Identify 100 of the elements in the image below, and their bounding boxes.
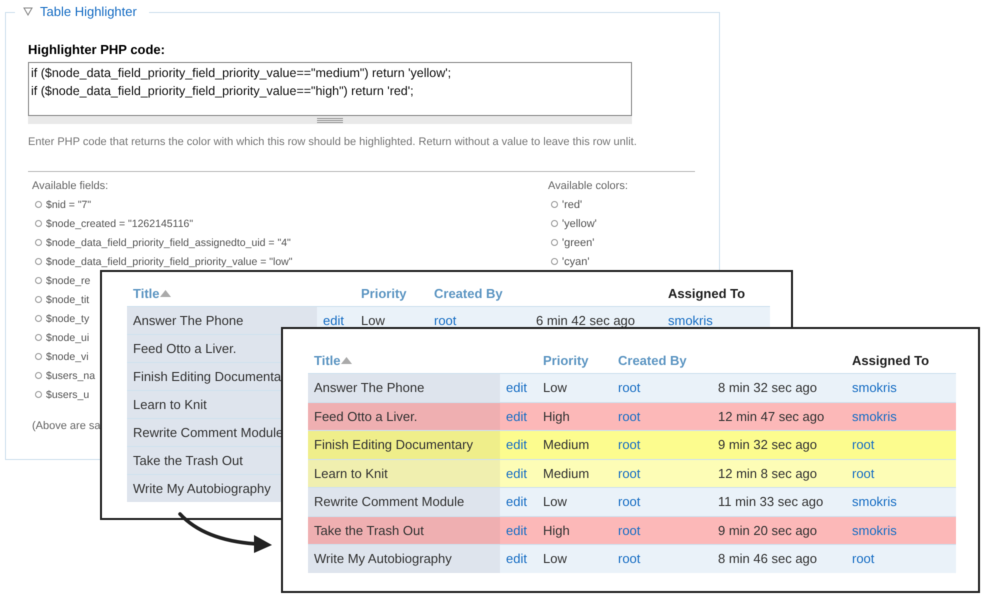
title-cell: Rewrite Comment Module bbox=[314, 494, 464, 510]
column-header: Assigned To bbox=[852, 352, 930, 368]
title-cell: Learn to Knit bbox=[133, 397, 207, 412]
bullet-icon bbox=[35, 334, 42, 341]
priority-cell: Medium bbox=[543, 466, 590, 481]
created-cell: 8 min 46 sec ago bbox=[718, 551, 818, 566]
assignee-link[interactable]: smokris bbox=[668, 313, 713, 328]
title-cell: Finish Editing Documentary bbox=[314, 437, 473, 452]
fieldset-legend[interactable]: Table Highlighter bbox=[40, 4, 137, 19]
column-header-link[interactable]: Title bbox=[133, 286, 160, 300]
title-cell: Write My Autobiography bbox=[133, 481, 271, 496]
list-item: $users_na bbox=[46, 370, 96, 382]
title-cell: Finish Editing Documenta bbox=[133, 369, 282, 384]
title-cell: Rewrite Comment Module bbox=[133, 425, 284, 440]
column-header: Assigned To bbox=[668, 286, 746, 300]
title-cell: Learn to Knit bbox=[314, 466, 388, 481]
priority-cell: Low bbox=[543, 551, 567, 566]
title-cell: Write My Autobiography bbox=[314, 551, 452, 566]
sort-arrow-icon bbox=[340, 356, 352, 364]
created-cell: 6 min 42 sec ago bbox=[536, 313, 636, 328]
edit-link[interactable]: edit bbox=[506, 380, 527, 396]
list-item: $node_re bbox=[46, 274, 90, 286]
created-cell: 12 min 47 sec ago bbox=[718, 408, 824, 424]
title-cell: Take the Trash Out bbox=[133, 453, 243, 468]
created-cell: 9 min 20 sec ago bbox=[718, 522, 818, 538]
list-item: 'cyan' bbox=[562, 256, 590, 268]
assignee-link[interactable]: smokris bbox=[852, 408, 897, 424]
title-cell: Answer The Phone bbox=[133, 313, 244, 328]
resize-handle[interactable] bbox=[28, 116, 632, 124]
list-item: $node_created = "1262145116" bbox=[46, 218, 194, 230]
priority-cell: Medium bbox=[543, 437, 590, 452]
bullet-icon bbox=[35, 258, 42, 265]
bullet-icon bbox=[551, 220, 558, 227]
bullet-icon bbox=[551, 258, 558, 265]
assignee-link[interactable]: root bbox=[852, 551, 874, 566]
column-header-link[interactable]: Priority bbox=[543, 352, 589, 368]
author-link[interactable]: root bbox=[618, 522, 640, 538]
edit-link[interactable]: edit bbox=[506, 437, 527, 452]
list-item: $nid = "7" bbox=[46, 198, 92, 210]
author-link[interactable]: root bbox=[618, 466, 640, 481]
column-header-link[interactable]: Created By bbox=[618, 352, 687, 368]
bullet-icon bbox=[551, 201, 558, 208]
priority-cell: Low bbox=[361, 313, 385, 328]
sort-arrow-icon bbox=[160, 290, 170, 296]
title-cell: Answer The Phone bbox=[314, 380, 424, 396]
author-link[interactable]: root bbox=[618, 380, 640, 396]
bullet-icon bbox=[35, 239, 42, 246]
edit-link[interactable]: edit bbox=[506, 466, 527, 481]
created-cell: 11 min 33 sec ago bbox=[718, 494, 824, 510]
assignee-link[interactable]: smokris bbox=[852, 494, 897, 510]
author-link[interactable]: root bbox=[618, 494, 640, 510]
field-label: Highlighter PHP code: bbox=[28, 42, 166, 57]
field-description: Enter PHP code that returns the color with which this row should be highlighted. Return without a value to leave this row unlit. bbox=[28, 136, 638, 148]
list-item: $node_ui bbox=[46, 332, 90, 344]
title-cell: Feed Otto a Liver. bbox=[133, 341, 236, 356]
code-field[interactable]: if ($node_data_field_priority_field_priority_value=="medium") return 'yellow'; if ($node_data_field_priority_field_priority_value=="high") return 'red'; bbox=[28, 62, 632, 116]
bullet-icon bbox=[35, 277, 42, 284]
bullet-icon bbox=[35, 315, 42, 322]
list-item: $node_ty bbox=[46, 312, 90, 324]
assignee-link[interactable]: root bbox=[852, 466, 874, 481]
list-item: 'green' bbox=[562, 236, 594, 248]
edit-link[interactable]: edit bbox=[506, 494, 527, 510]
edit-link[interactable]: edit bbox=[506, 522, 527, 538]
edit-link[interactable]: edit bbox=[323, 313, 344, 328]
bullet-icon bbox=[35, 391, 42, 398]
list-item: $node_tit bbox=[46, 294, 90, 306]
priority-cell: High bbox=[543, 408, 570, 424]
assignee-link[interactable]: smokris bbox=[852, 522, 897, 538]
edit-link[interactable]: edit bbox=[506, 408, 527, 424]
assignee-link[interactable]: smokris bbox=[852, 380, 897, 396]
created-cell: 12 min 8 sec ago bbox=[718, 466, 818, 481]
column-header-link[interactable]: Priority bbox=[361, 286, 407, 300]
bullet-icon bbox=[35, 201, 42, 208]
list-item: $node_data_field_priority_field_priority_value = "low" bbox=[46, 256, 292, 268]
list-heading: Available fields: bbox=[32, 179, 110, 194]
bullet-icon bbox=[35, 372, 42, 379]
author-link[interactable]: root bbox=[618, 408, 640, 424]
created-cell: 8 min 32 sec ago bbox=[718, 380, 818, 396]
title-cell: Feed Otto a Liver. bbox=[314, 408, 418, 424]
assignee-link[interactable]: root bbox=[852, 437, 874, 452]
list-item: $node_data_field_priority_field_assignedto_uid = "4" bbox=[46, 236, 291, 248]
collapse-toggle-icon[interactable] bbox=[23, 7, 33, 16]
author-link[interactable]: root bbox=[618, 551, 640, 566]
title-cell: Take the Trash Out bbox=[314, 522, 424, 538]
bullet-icon bbox=[551, 239, 558, 246]
author-link[interactable]: root bbox=[618, 437, 640, 452]
bullet-icon bbox=[35, 220, 42, 227]
column-header-link[interactable]: Created By bbox=[434, 286, 503, 300]
bullet-icon bbox=[35, 296, 42, 303]
author-link[interactable]: root bbox=[434, 313, 456, 328]
list-heading: Available colors: bbox=[548, 179, 628, 194]
list-item: $node_vi bbox=[46, 350, 89, 362]
footnote: (Above are sa bbox=[31, 420, 100, 432]
priority-cell: Low bbox=[543, 494, 567, 510]
list-item: 'yellow' bbox=[562, 218, 597, 230]
created-cell: 9 min 32 sec ago bbox=[718, 437, 818, 452]
column-header-link[interactable]: Title bbox=[314, 352, 340, 368]
edit-link[interactable]: edit bbox=[506, 551, 527, 566]
list-item: $users_u bbox=[46, 388, 90, 400]
list-item: 'red' bbox=[562, 198, 582, 210]
